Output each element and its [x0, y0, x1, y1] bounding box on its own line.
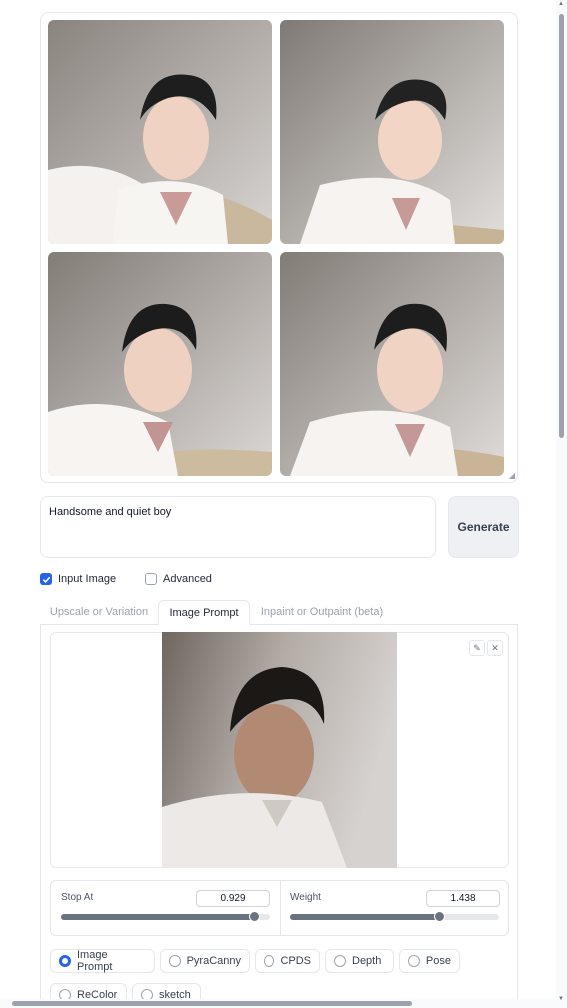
weight-slider-track[interactable]	[290, 914, 499, 920]
portrait-image	[48, 252, 272, 476]
image-prompt-sliders: Stop At 0.929 Weight 1.438	[50, 880, 509, 936]
radio-unselected-icon	[334, 955, 346, 967]
weight-slider-handle[interactable]	[434, 911, 445, 922]
radio-label: PyraCanny	[186, 955, 241, 967]
portrait-image	[48, 20, 272, 244]
horizontal-scrollbar[interactable]	[0, 999, 556, 1008]
input-tabs: Upscale or Variation Image Prompt Inpain…	[40, 600, 518, 625]
input-image-label: Input Image	[58, 573, 117, 585]
radio-pose[interactable]: Pose	[399, 949, 460, 973]
radio-image-prompt[interactable]: Image Prompt	[50, 949, 155, 973]
uploaded-image	[162, 632, 397, 868]
edit-image-button[interactable]: ✎	[469, 640, 485, 656]
vertical-scrollbar[interactable]: ▲ ▼	[556, 0, 567, 1008]
stop-at-value-input[interactable]: 0.929	[196, 890, 270, 907]
close-icon: ✕	[491, 642, 499, 653]
portrait-image	[280, 20, 504, 244]
weight-label: Weight	[290, 892, 321, 903]
stop-at-slider-track[interactable]	[61, 914, 270, 920]
clear-image-button[interactable]: ✕	[487, 640, 503, 656]
weight-value-input[interactable]: 1.438	[426, 890, 500, 907]
radio-label: Pose	[425, 955, 451, 967]
advanced-label: Advanced	[163, 573, 212, 585]
pencil-icon: ✎	[473, 642, 481, 653]
radio-pyracanny[interactable]: PyraCanny	[160, 949, 250, 973]
slider-divider	[280, 881, 281, 935]
scroll-down-icon[interactable]: ▼	[558, 996, 564, 1002]
radio-label: Depth	[352, 955, 382, 967]
scroll-up-icon[interactable]: ▲	[558, 1, 564, 7]
prompt-input[interactable]: Handsome and quiet boy	[40, 496, 436, 558]
input-image-checkbox[interactable]: Input Image	[40, 573, 116, 585]
radio-selected-icon	[59, 955, 71, 967]
radio-cpds[interactable]: CPDS	[255, 949, 320, 973]
gallery-image[interactable]	[280, 252, 504, 476]
radio-depth[interactable]: Depth	[325, 949, 394, 973]
stop-at-slider-fill	[61, 914, 255, 920]
output-gallery: ◢	[40, 12, 518, 483]
tab-upscale-or-variation[interactable]: Upscale or Variation	[42, 600, 156, 625]
horizontal-scroll-thumb[interactable]	[12, 1001, 412, 1006]
radio-unselected-icon	[169, 955, 181, 967]
stop-at-label: Stop At	[61, 892, 94, 903]
checkbox-checked-icon	[40, 573, 52, 585]
radio-unselected-icon	[264, 955, 275, 967]
stop-at-slider-handle[interactable]	[249, 911, 260, 922]
resize-handle-icon[interactable]: ◢	[509, 471, 515, 480]
gallery-image[interactable]	[48, 252, 272, 476]
prompt-text: Handsome and quiet boy	[49, 506, 172, 518]
radio-label: Image Prompt	[77, 949, 113, 973]
tab-image-prompt[interactable]: Image Prompt	[158, 600, 250, 625]
advanced-checkbox[interactable]: Advanced	[145, 573, 212, 585]
generate-button[interactable]: Generate	[448, 496, 519, 558]
radio-unselected-icon	[408, 955, 420, 967]
tab-inpaint-or-outpaint[interactable]: Inpaint or Outpaint (beta)	[252, 600, 392, 625]
vertical-scroll-thumb[interactable]	[559, 14, 564, 438]
gallery-image[interactable]	[280, 20, 504, 244]
radio-label: CPDS	[280, 955, 311, 967]
weight-slider-fill	[290, 914, 440, 920]
gallery-image[interactable]	[48, 20, 272, 244]
portrait-image	[280, 252, 504, 476]
checkbox-unchecked-icon	[145, 573, 157, 585]
